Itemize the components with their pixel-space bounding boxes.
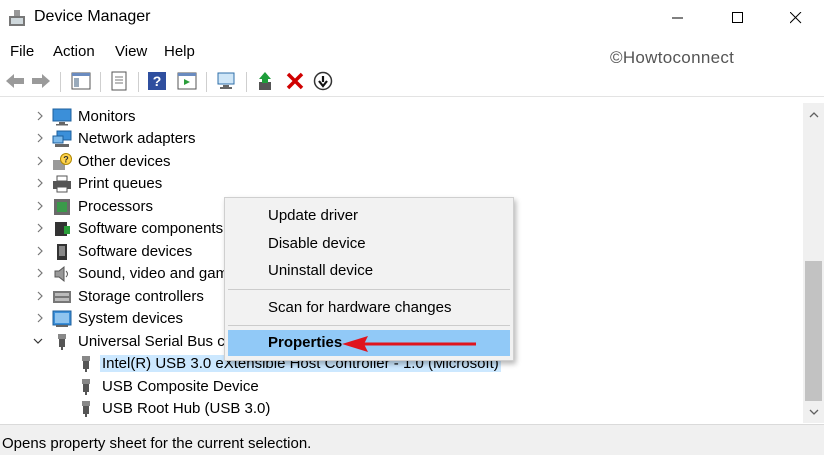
menu-item-label: Uninstall device xyxy=(268,262,374,279)
toolbar-separator xyxy=(138,72,139,92)
monitor-icon xyxy=(52,108,72,126)
help-icon[interactable]: ? xyxy=(146,70,168,92)
tree-device-usb-root-hub[interactable]: USB Root Hub (USB 3.0) xyxy=(0,398,803,420)
chevron-right-icon[interactable] xyxy=(34,154,46,168)
menu-item-scan-hardware-changes[interactable]: Scan for hardware changes xyxy=(225,295,513,321)
disable-icon[interactable] xyxy=(312,70,334,92)
toolbar-separator xyxy=(100,72,101,92)
minimize-button[interactable] xyxy=(648,0,708,36)
toolbar-separator xyxy=(246,72,247,92)
maximize-button[interactable] xyxy=(708,0,768,36)
software-device-icon xyxy=(57,244,67,260)
tree-category-label: Software devices xyxy=(78,243,193,260)
show-hide-console-tree-icon[interactable] xyxy=(70,70,92,92)
uninstall-icon[interactable] xyxy=(284,70,306,92)
tree-category-network-adapters[interactable]: Network adapters xyxy=(0,128,803,150)
close-button[interactable] xyxy=(766,0,824,36)
tree-category-label: Sound, video and gam xyxy=(78,265,229,282)
processor-icon xyxy=(54,199,70,215)
forward-icon[interactable] xyxy=(30,70,52,92)
menu-item-uninstall-device[interactable]: Uninstall device xyxy=(225,258,513,284)
vertical-scrollbar[interactable] xyxy=(803,103,824,423)
update-driver-icon[interactable] xyxy=(256,70,278,92)
svg-text:?: ? xyxy=(63,155,69,165)
tree-device-label: USB Root Hub (USB 3.0) xyxy=(102,400,271,417)
chevron-right-icon[interactable] xyxy=(34,221,46,235)
chevron-right-icon[interactable] xyxy=(34,311,46,325)
unknown-device-icon: ? xyxy=(53,153,72,170)
scroll-thumb[interactable] xyxy=(805,261,822,401)
status-bar: Opens property sheet for the current sel… xyxy=(0,424,824,455)
menu-view[interactable]: View xyxy=(115,43,147,60)
tree-category-label: Software components xyxy=(78,220,224,237)
network-adapter-icon xyxy=(52,130,72,147)
back-icon[interactable] xyxy=(4,70,26,92)
svg-text:?: ? xyxy=(153,73,162,89)
menu-item-label: Disable device xyxy=(268,235,366,252)
properties-icon[interactable] xyxy=(108,70,130,92)
tree-category-other-devices[interactable]: ? Other devices xyxy=(0,151,803,173)
maximize-icon xyxy=(732,12,743,23)
chevron-down-icon[interactable] xyxy=(32,334,44,348)
tree-category-monitors[interactable]: Monitors xyxy=(0,106,803,128)
scan-hardware-icon[interactable] xyxy=(216,70,238,92)
tree-category-label: Print queues xyxy=(78,175,163,192)
chevron-right-icon[interactable] xyxy=(34,176,46,190)
system-device-icon xyxy=(52,310,72,327)
window-title: Device Manager xyxy=(34,8,151,25)
tree-category-label: Network adapters xyxy=(78,130,196,147)
chevron-right-icon[interactable] xyxy=(34,131,46,145)
menu-item-label: Scan for hardware changes xyxy=(268,299,452,316)
software-component-icon xyxy=(55,222,70,236)
chevron-right-icon[interactable] xyxy=(34,199,46,213)
tree-category-label: Universal Serial Bus co xyxy=(78,333,234,350)
scroll-up-button[interactable] xyxy=(803,106,824,123)
minimize-icon xyxy=(672,17,683,19)
speaker-icon xyxy=(54,265,68,283)
tree-category-label: Processors xyxy=(78,198,154,215)
menu-action[interactable]: Action xyxy=(53,43,95,60)
printer-icon xyxy=(53,175,71,193)
tree-category-label: Monitors xyxy=(78,108,136,125)
menu-separator xyxy=(228,325,510,326)
usb-plug-icon xyxy=(82,401,90,417)
menu-item-disable-device[interactable]: Disable device xyxy=(225,231,513,257)
tree-category-label: Other devices xyxy=(78,153,171,170)
device-manager-icon xyxy=(9,10,25,26)
action-pane-icon[interactable] xyxy=(176,70,198,92)
toolbar-separator xyxy=(60,72,61,92)
chevron-right-icon[interactable] xyxy=(34,266,46,280)
tree-device-label: USB Composite Device xyxy=(102,378,259,395)
chevron-up-icon xyxy=(809,111,818,117)
menu-item-label: Update driver xyxy=(268,207,359,224)
storage-controller-icon xyxy=(53,291,71,303)
tree-category-print-queues[interactable]: Print queues xyxy=(0,173,803,195)
usb-plug-icon xyxy=(82,379,90,395)
menu-item-label: Properties xyxy=(268,334,343,351)
chevron-down-icon xyxy=(809,409,818,415)
tree-device-usb-composite[interactable]: USB Composite Device xyxy=(0,376,803,398)
toolbar: ? xyxy=(0,66,824,97)
tree-category-label: System devices xyxy=(78,310,184,327)
scroll-down-button[interactable] xyxy=(803,403,824,420)
chevron-right-icon[interactable] xyxy=(34,289,46,303)
watermark: ©Howtoconnect xyxy=(610,48,735,67)
menu-separator xyxy=(228,289,510,290)
usb-plug-icon xyxy=(82,356,90,372)
usb-icon xyxy=(58,334,66,350)
chevron-right-icon[interactable] xyxy=(34,109,46,123)
annotation-arrow-icon xyxy=(342,336,476,352)
status-text: Opens property sheet for the current sel… xyxy=(2,435,312,452)
menu-file[interactable]: File xyxy=(10,43,34,60)
title-bar: Device Manager xyxy=(0,0,824,36)
tree-category-label: Storage controllers xyxy=(78,288,204,305)
menu-help[interactable]: Help xyxy=(164,43,195,60)
chevron-right-icon[interactable] xyxy=(34,244,46,258)
toolbar-separator xyxy=(206,72,207,92)
close-icon xyxy=(790,12,802,24)
menu-item-update-driver[interactable]: Update driver xyxy=(225,203,513,229)
